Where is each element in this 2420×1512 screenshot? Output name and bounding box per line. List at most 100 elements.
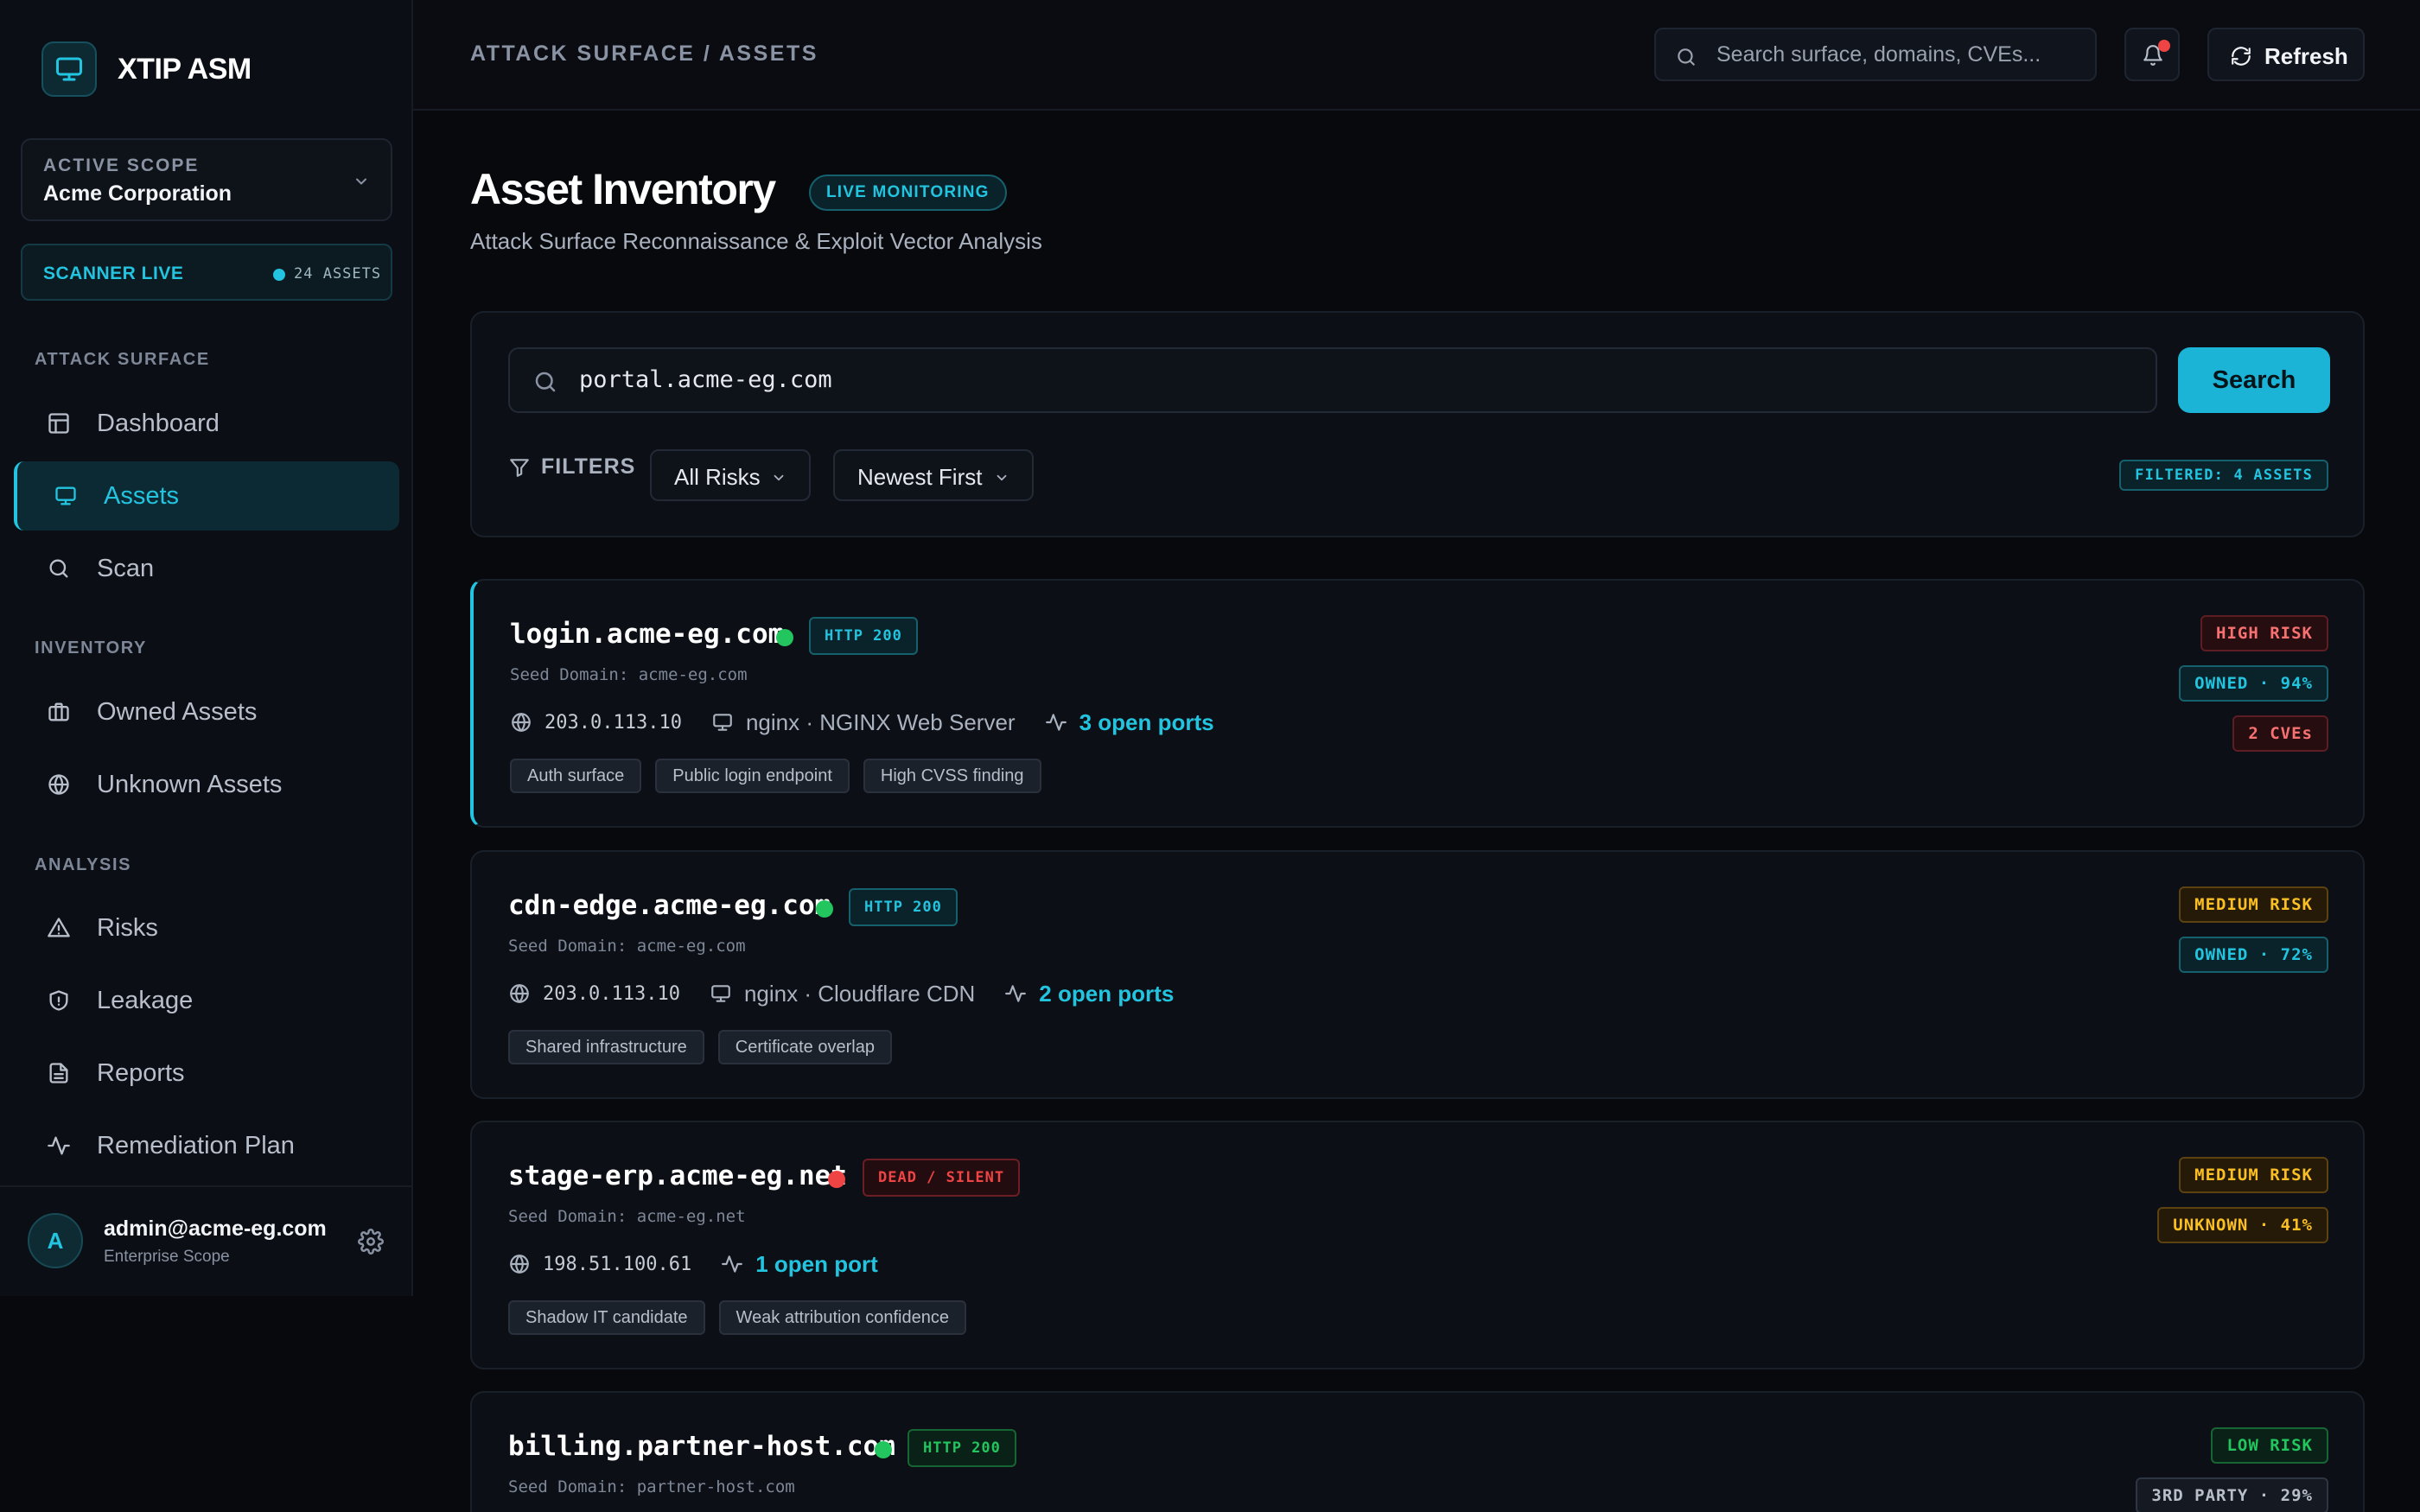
sidebar-item-risks[interactable]: Risks	[14, 893, 399, 962]
seed-domain: Seed Domain: acme-eg.com	[508, 937, 746, 956]
search-button[interactable]: Search	[2178, 347, 2330, 413]
open-ports-link[interactable]: 2 open ports	[1039, 981, 1174, 1007]
sidebar-item-label: Scan	[97, 555, 155, 582]
asset-badges: LOW RISK 3RD PARTY · 29%	[2136, 1427, 2328, 1512]
sidebar-item-dashboard[interactable]: Dashboard	[14, 389, 399, 458]
monitor-icon	[711, 711, 734, 734]
search-value: portal.acme-eg.com	[579, 366, 832, 393]
user-scope: Enterprise Scope	[104, 1248, 230, 1266]
layout-icon	[47, 411, 71, 435]
sidebar-item-label: Unknown Assets	[97, 771, 283, 798]
asset-card[interactable]: stage-erp.acme-eg.net DEAD / SILENT Seed…	[470, 1121, 2365, 1369]
activity-icon	[721, 1253, 743, 1275]
notifications-button[interactable]	[2124, 28, 2180, 81]
search-icon	[47, 556, 71, 581]
activity-icon	[1045, 711, 1067, 734]
sidebar-item-scan[interactable]: Scan	[14, 534, 399, 603]
risk-badge: LOW RISK	[2211, 1427, 2328, 1464]
breadcrumb: ATTACK SURFACE / ASSETS	[470, 41, 818, 66]
briefcase-icon	[47, 700, 71, 724]
scope-selector[interactable]: ACTIVE SCOPE Acme Corporation	[21, 138, 392, 221]
sidebar-item-label: Assets	[104, 482, 180, 510]
sidebar-item-reports[interactable]: Reports	[14, 1039, 399, 1108]
asset-badges: HIGH RISK OWNED · 94% 2 CVEs	[2179, 615, 2328, 766]
sidebar-item-unknown-assets[interactable]: Unknown Assets	[14, 750, 399, 819]
sidebar-item-label: Owned Assets	[97, 698, 258, 726]
sidebar-item-label: Leakage	[97, 987, 194, 1014]
activity-icon	[1004, 982, 1027, 1005]
risk-filter-dropdown[interactable]: All Risks	[650, 449, 811, 501]
tag: Shared infrastructure	[508, 1030, 704, 1064]
brand[interactable]: XTIP ASM	[41, 41, 252, 97]
asset-server: nginx · NGINX Web Server	[745, 708, 1016, 735]
ownership-badge: UNKNOWN · 41%	[2157, 1207, 2328, 1243]
chevron-down-icon	[994, 470, 1009, 486]
top-bar: ATTACK SURFACE / ASSETS Refresh	[413, 0, 2420, 111]
asset-ip: 198.51.100.61	[543, 1253, 692, 1275]
globe-icon	[47, 772, 71, 797]
status-alive-dot	[875, 1441, 892, 1458]
asset-hostname[interactable]: login.acme-eg.com	[510, 619, 784, 650]
notification-dot	[2158, 40, 2170, 52]
sidebar-item-label: Risks	[97, 914, 158, 942]
search-icon	[532, 369, 558, 395]
refresh-button[interactable]: Refresh	[2207, 28, 2365, 81]
asset-hostname[interactable]: stage-erp.acme-eg.net	[508, 1160, 847, 1191]
status-alive-dot	[776, 629, 793, 646]
document-icon	[47, 1061, 71, 1085]
asset-card[interactable]: login.acme-eg.com HTTP 200 Seed Domain: …	[470, 579, 2365, 828]
tag: Certificate overlap	[717, 1030, 892, 1064]
asset-card[interactable]: billing.partner-host.com HTTP 200 Seed D…	[470, 1391, 2365, 1512]
nav-section-inventory: INVENTORY	[35, 638, 147, 658]
activity-icon	[47, 1134, 71, 1158]
filters-label: FILTERS	[508, 454, 635, 480]
sidebar-item-remediation-plan[interactable]: Remediation Plan	[14, 1111, 399, 1180]
monitor-logo-icon	[41, 41, 97, 97]
gear-icon[interactable]	[358, 1229, 384, 1255]
asset-ip: 203.0.113.10	[543, 982, 680, 1005]
globe-icon	[508, 1253, 531, 1275]
http-status-badge: HTTP 200	[849, 888, 958, 926]
filters-text: FILTERS	[541, 454, 636, 479]
asset-meta: 203.0.113.10 nginx · Cloudflare CDN 2 op…	[508, 976, 1174, 1011]
scanner-live-dot	[273, 269, 285, 281]
refresh-icon	[2230, 45, 2252, 67]
cve-count-badge[interactable]: 2 CVEs	[2232, 715, 2328, 752]
scanner-status: SCANNER LIVE 24 ASSETS	[21, 244, 392, 301]
seed-domain: Seed Domain: partner-host.com	[508, 1477, 795, 1496]
sort-dropdown[interactable]: Newest First	[833, 449, 1034, 501]
sidebar-item-assets[interactable]: Assets	[14, 461, 399, 530]
seed-domain: Seed Domain: acme-eg.net	[508, 1207, 746, 1226]
sidebar-item-label: Remediation Plan	[97, 1132, 295, 1159]
global-search[interactable]	[1654, 28, 2097, 81]
asset-hostname[interactable]: cdn-edge.acme-eg.com	[508, 890, 831, 921]
asset-tags: Shared infrastructure Certificate overla…	[508, 1030, 906, 1064]
asset-tags: Auth surface Public login endpoint High …	[510, 759, 1055, 793]
shield-icon	[47, 988, 71, 1013]
scanner-asset-count: 24 ASSETS	[294, 265, 382, 283]
open-ports-link[interactable]: 3 open ports	[1079, 709, 1214, 736]
sidebar-item-owned-assets[interactable]: Owned Assets	[14, 677, 399, 746]
asset-meta: 198.51.100.61 1 open port	[508, 1247, 878, 1281]
asset-tags: Shadow IT candidate Weak attribution con…	[508, 1300, 980, 1335]
monitor-icon	[54, 484, 78, 508]
page-title: Asset Inventory	[470, 165, 776, 213]
asset-card[interactable]: cdn-edge.acme-eg.com HTTP 200 Seed Domai…	[470, 850, 2365, 1099]
seed-domain: Seed Domain: acme-eg.com	[510, 665, 748, 684]
ownership-badge: OWNED · 72%	[2179, 937, 2328, 973]
sidebar-item-leakage[interactable]: Leakage	[14, 966, 399, 1035]
sidebar-item-label: Dashboard	[97, 410, 220, 437]
asset-meta: 203.0.113.10 nginx · NGINX Web Server 3 …	[510, 705, 1214, 740]
open-ports-link[interactable]: 1 open port	[755, 1251, 878, 1278]
risk-badge: MEDIUM RISK	[2179, 1157, 2328, 1193]
global-search-input[interactable]	[1716, 29, 2079, 79]
avatar[interactable]: A	[28, 1213, 83, 1268]
nav-section-analysis: ANALYSIS	[35, 855, 132, 874]
tag: Auth surface	[510, 759, 642, 793]
http-status-badge: HTTP 200	[908, 1429, 1016, 1467]
tag: Weak attribution confidence	[718, 1300, 966, 1335]
monitor-icon	[710, 982, 732, 1005]
chevron-down-icon	[353, 173, 370, 190]
asset-search-input[interactable]: portal.acme-eg.com	[508, 347, 2157, 413]
asset-hostname[interactable]: billing.partner-host.com	[508, 1431, 895, 1462]
